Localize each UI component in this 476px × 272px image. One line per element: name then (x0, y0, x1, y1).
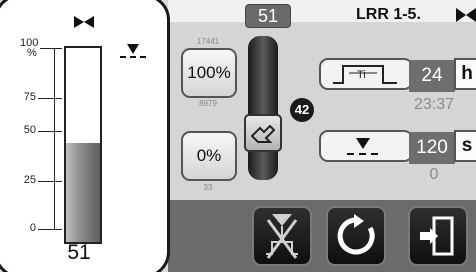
scale-unit: % (27, 47, 37, 59)
exit-button[interactable] (408, 206, 468, 266)
slider-handle[interactable] (244, 114, 282, 152)
level-value: 51 (67, 241, 91, 264)
tick-line (38, 181, 62, 182)
level-bar-fill (66, 143, 100, 242)
counter-top: 17441 (196, 37, 220, 46)
screen: 100 % 75 50 25 0 51 51 LRR 1-5. 17441 10… (0, 0, 476, 272)
ti-pulse-icon: Ti (333, 65, 397, 84)
device-label: LRR 1-5. (356, 6, 421, 23)
counter-mid: 8979 (199, 99, 217, 108)
manual-valve-icon (266, 214, 298, 259)
ti-unit: h (454, 58, 476, 90)
top-strip (168, 0, 476, 22)
level-symbol-icon (120, 44, 146, 58)
tick-line (38, 229, 62, 230)
level-bar (64, 46, 102, 244)
manual-valve-button[interactable] (252, 206, 312, 266)
refresh-button[interactable] (326, 206, 386, 266)
counter-bottom: 33 (203, 183, 213, 192)
level-time-value[interactable]: 120 (409, 132, 455, 164)
scale-axis (54, 48, 55, 229)
exit-door-icon (420, 216, 454, 256)
set-0-button[interactable]: 0% (181, 131, 237, 181)
svg-text:Ti: Ti (357, 69, 366, 81)
valve-icon (456, 8, 476, 22)
set-100-button[interactable]: 100% (181, 48, 237, 98)
level-time-unit: s (454, 130, 476, 162)
top-value-display: 51 (245, 4, 291, 28)
hand-icon (250, 124, 276, 143)
refresh-icon (337, 214, 375, 255)
tick-line (40, 48, 62, 49)
ti-param-button[interactable]: Ti (319, 58, 413, 90)
level-time-remaining: 0 (429, 166, 439, 183)
level-symbol-icon (347, 138, 378, 155)
ti-value[interactable]: 24 (409, 60, 455, 92)
tick-label-50: 50 (23, 124, 36, 136)
tick-line (38, 98, 62, 99)
ti-remaining: 23:37 (413, 96, 455, 113)
slider-badge: 42 (290, 98, 314, 122)
valve-icon (74, 16, 94, 28)
level-time-param-button[interactable] (319, 130, 413, 162)
valve-slider[interactable] (248, 36, 278, 180)
tick-line (38, 131, 62, 132)
tick-label-75: 75 (23, 91, 36, 103)
tick-label-0: 0 (29, 222, 36, 234)
tick-label-25: 25 (23, 174, 36, 186)
